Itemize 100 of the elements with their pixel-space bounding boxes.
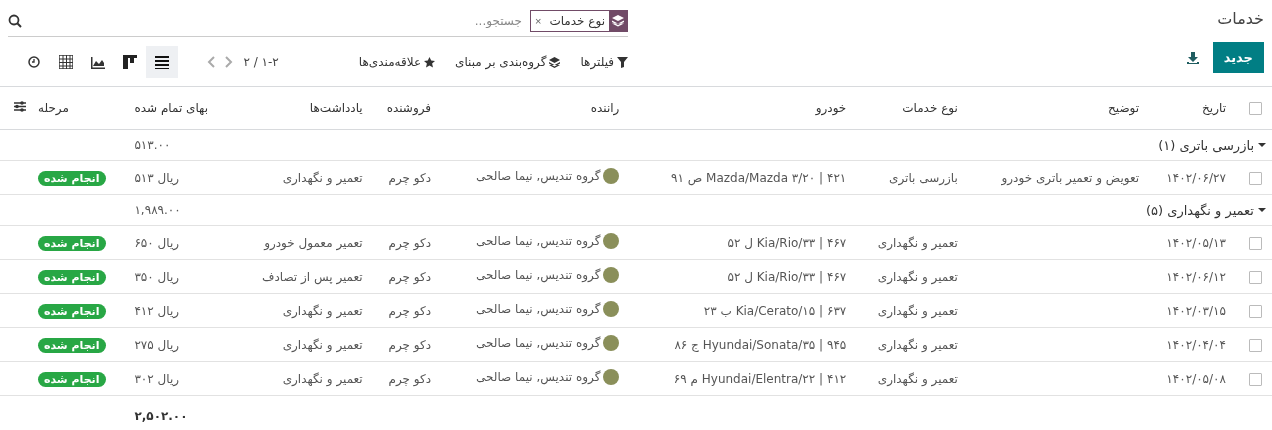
group-by-button[interactable]: گروه‌بندی بر مبنای (455, 55, 561, 69)
table-cell: دکو چرم (388, 170, 432, 185)
table-cell: ۱۴۰۲/۰۶/۲۷ (1166, 170, 1226, 185)
avatar (603, 335, 620, 351)
table-cell: ۴۲۱ | Mazda/Mazda ۳/۲۰ ص ۹۱ (671, 170, 847, 185)
table-cell: گروه تندیس, نیما صالحی (476, 336, 601, 350)
table-cell: ۹۴۵ | Hyundai/Sonata/۳۵ ج ۸۶ (674, 337, 847, 352)
column-header[interactable]: مرحله (38, 101, 69, 115)
table-cell: ریال ۴۱۲ (134, 303, 180, 318)
clock-icon[interactable] (28, 56, 40, 68)
table-cell: دکو چرم (388, 235, 432, 250)
table-cell: ۱۴۰۲/۰۴/۰۴ (1166, 337, 1226, 352)
column-header[interactable]: فروشنده (386, 101, 432, 115)
column-header[interactable]: بهای تمام شده (134, 101, 208, 115)
table-cell: گروه تندیس, نیما صالحی (476, 234, 601, 248)
table-cell: تعمیر و نگهداری (282, 371, 363, 386)
table-cell: تعمیر و نگهداری (877, 303, 958, 318)
search-field[interactable]: جستجو... (28, 13, 524, 29)
table-cell: ۴۶۷ | Kia/Rio/۳۳ ل ۵۲ (727, 235, 847, 250)
table-cell: ریال ۵۱۳ (134, 170, 180, 185)
group-header[interactable]: تعمیر و نگهداری (۵) (1146, 202, 1266, 218)
sliders-icon[interactable] (14, 101, 26, 112)
table-cell: ریال ۳۵۰ (134, 269, 180, 284)
page-title: خدمات (1216, 8, 1264, 28)
avatar (603, 301, 620, 317)
status-badge: انجام شده (38, 371, 106, 387)
table-cell: ۱۴۰۲/۰۶/۱۲ (1166, 269, 1226, 284)
table-cell: دکو چرم (388, 303, 432, 318)
column-header[interactable]: خودرو (815, 101, 847, 115)
favorites-button[interactable]: علاقه‌مندی‌ها (358, 55, 436, 69)
row-checkbox[interactable] (1249, 338, 1262, 352)
table-cell: ۶۳۷ | Kia/Cerato/۱۵ ب ۲۳ (703, 303, 847, 318)
chevron-left-icon[interactable] (207, 56, 216, 68)
chevron-right-icon[interactable] (225, 56, 234, 68)
download-icon[interactable] (1186, 51, 1199, 64)
status-badge: انجام شده (38, 170, 106, 186)
table-cell: تعمیر و نگهداری (877, 371, 958, 386)
column-header[interactable]: راننده (590, 101, 620, 115)
list-icon (155, 55, 169, 69)
table-cell: تعمیر و نگهداری (877, 235, 958, 250)
status-badge: انجام شده (38, 235, 106, 251)
table-cell: دکو چرم (388, 337, 432, 352)
column-header[interactable]: نوع خدمات (902, 101, 958, 115)
table-cell: تعویض و تعمیر باتری خودرو (1001, 170, 1140, 185)
table-cell: ریال ۲۷۵ (134, 337, 180, 352)
search-icon[interactable] (8, 14, 22, 28)
column-header[interactable]: یادداشت‌ها (309, 101, 363, 115)
table-cell: تعمیر پس از تصادف (262, 269, 363, 284)
group-header[interactable]: بازرسی باتری (۱) (1158, 137, 1266, 153)
layers-icon (612, 15, 624, 27)
area-chart-icon[interactable] (91, 55, 105, 69)
row-checkbox[interactable] (1249, 270, 1262, 284)
row-checkbox[interactable] (1249, 304, 1262, 318)
table-cell: تعمیر و نگهداری (282, 170, 363, 185)
group-subtotal: ۱,۹۸۹.۰۰ (134, 203, 181, 217)
avatar (603, 168, 620, 184)
remove-facet-button[interactable]: × (530, 15, 546, 27)
table-cell: دکو چرم (388, 371, 432, 386)
column-header[interactable]: توضیح (1108, 101, 1140, 115)
avatar (603, 233, 620, 249)
select-all-checkbox[interactable] (1249, 102, 1262, 115)
table-cell: بازرسی باتری (889, 170, 958, 185)
table-cell: تعمیر و نگهداری (877, 269, 958, 284)
table-cell: ریال ۳۰۲ (134, 371, 180, 386)
table-cell: گروه تندیس, نیما صالحی (476, 268, 601, 282)
grand-total: ۲,۵۰۲.۰۰ (134, 409, 188, 423)
table-cell: ۱۴۰۲/۰۵/۰۸ (1166, 371, 1226, 386)
avatar (603, 267, 620, 283)
search-facet[interactable]: نوع خدمات × (529, 10, 628, 32)
caret-down-icon (1258, 206, 1266, 214)
list-view-button[interactable] (146, 46, 178, 78)
status-badge: انجام شده (38, 303, 106, 319)
table-cell: ۱۴۰۲/۰۳/۱۵ (1166, 303, 1226, 318)
table-cell: گروه تندیس, نیما صالحی (476, 169, 601, 183)
caret-down-icon (1258, 141, 1266, 149)
status-badge: انجام شده (38, 269, 106, 285)
column-header[interactable]: تاریخ (1202, 101, 1226, 115)
table-cell: ۴۱۲ | Hyundai/Elentra/۲۲ م ۶۹ (673, 371, 847, 386)
new-button[interactable]: جدید (1212, 42, 1264, 73)
row-checkbox[interactable] (1249, 171, 1262, 185)
layers-icon (549, 56, 561, 68)
status-badge: انجام شده (38, 337, 106, 353)
pager-value[interactable]: ۱-۲ / ۲ (243, 55, 279, 69)
star-icon (424, 56, 436, 68)
table-cell: گروه تندیس, نیما صالحی (476, 302, 601, 316)
table-cell: تعمیر و نگهداری (282, 337, 363, 352)
table-cell: تعمیر و نگهداری (282, 303, 363, 318)
group-subtotal: ۵۱۳.۰۰ (134, 138, 171, 152)
table-cell: دکو چرم (388, 269, 432, 284)
table-cell: گروه تندیس, نیما صالحی (476, 370, 601, 384)
kanban-icon[interactable] (123, 55, 137, 69)
table-cell: ۱۴۰۲/۰۵/۱۳ (1166, 235, 1226, 250)
grid-icon[interactable] (59, 55, 73, 69)
table-cell: تعمیر و نگهداری (877, 337, 958, 352)
table-cell: تعمیر معمول خودرو (264, 235, 363, 250)
table-cell: ریال ۶۵۰ (134, 235, 180, 250)
filters-button[interactable]: فیلترها (580, 55, 628, 69)
row-checkbox[interactable] (1249, 236, 1262, 250)
avatar (603, 369, 620, 385)
row-checkbox[interactable] (1249, 372, 1262, 386)
